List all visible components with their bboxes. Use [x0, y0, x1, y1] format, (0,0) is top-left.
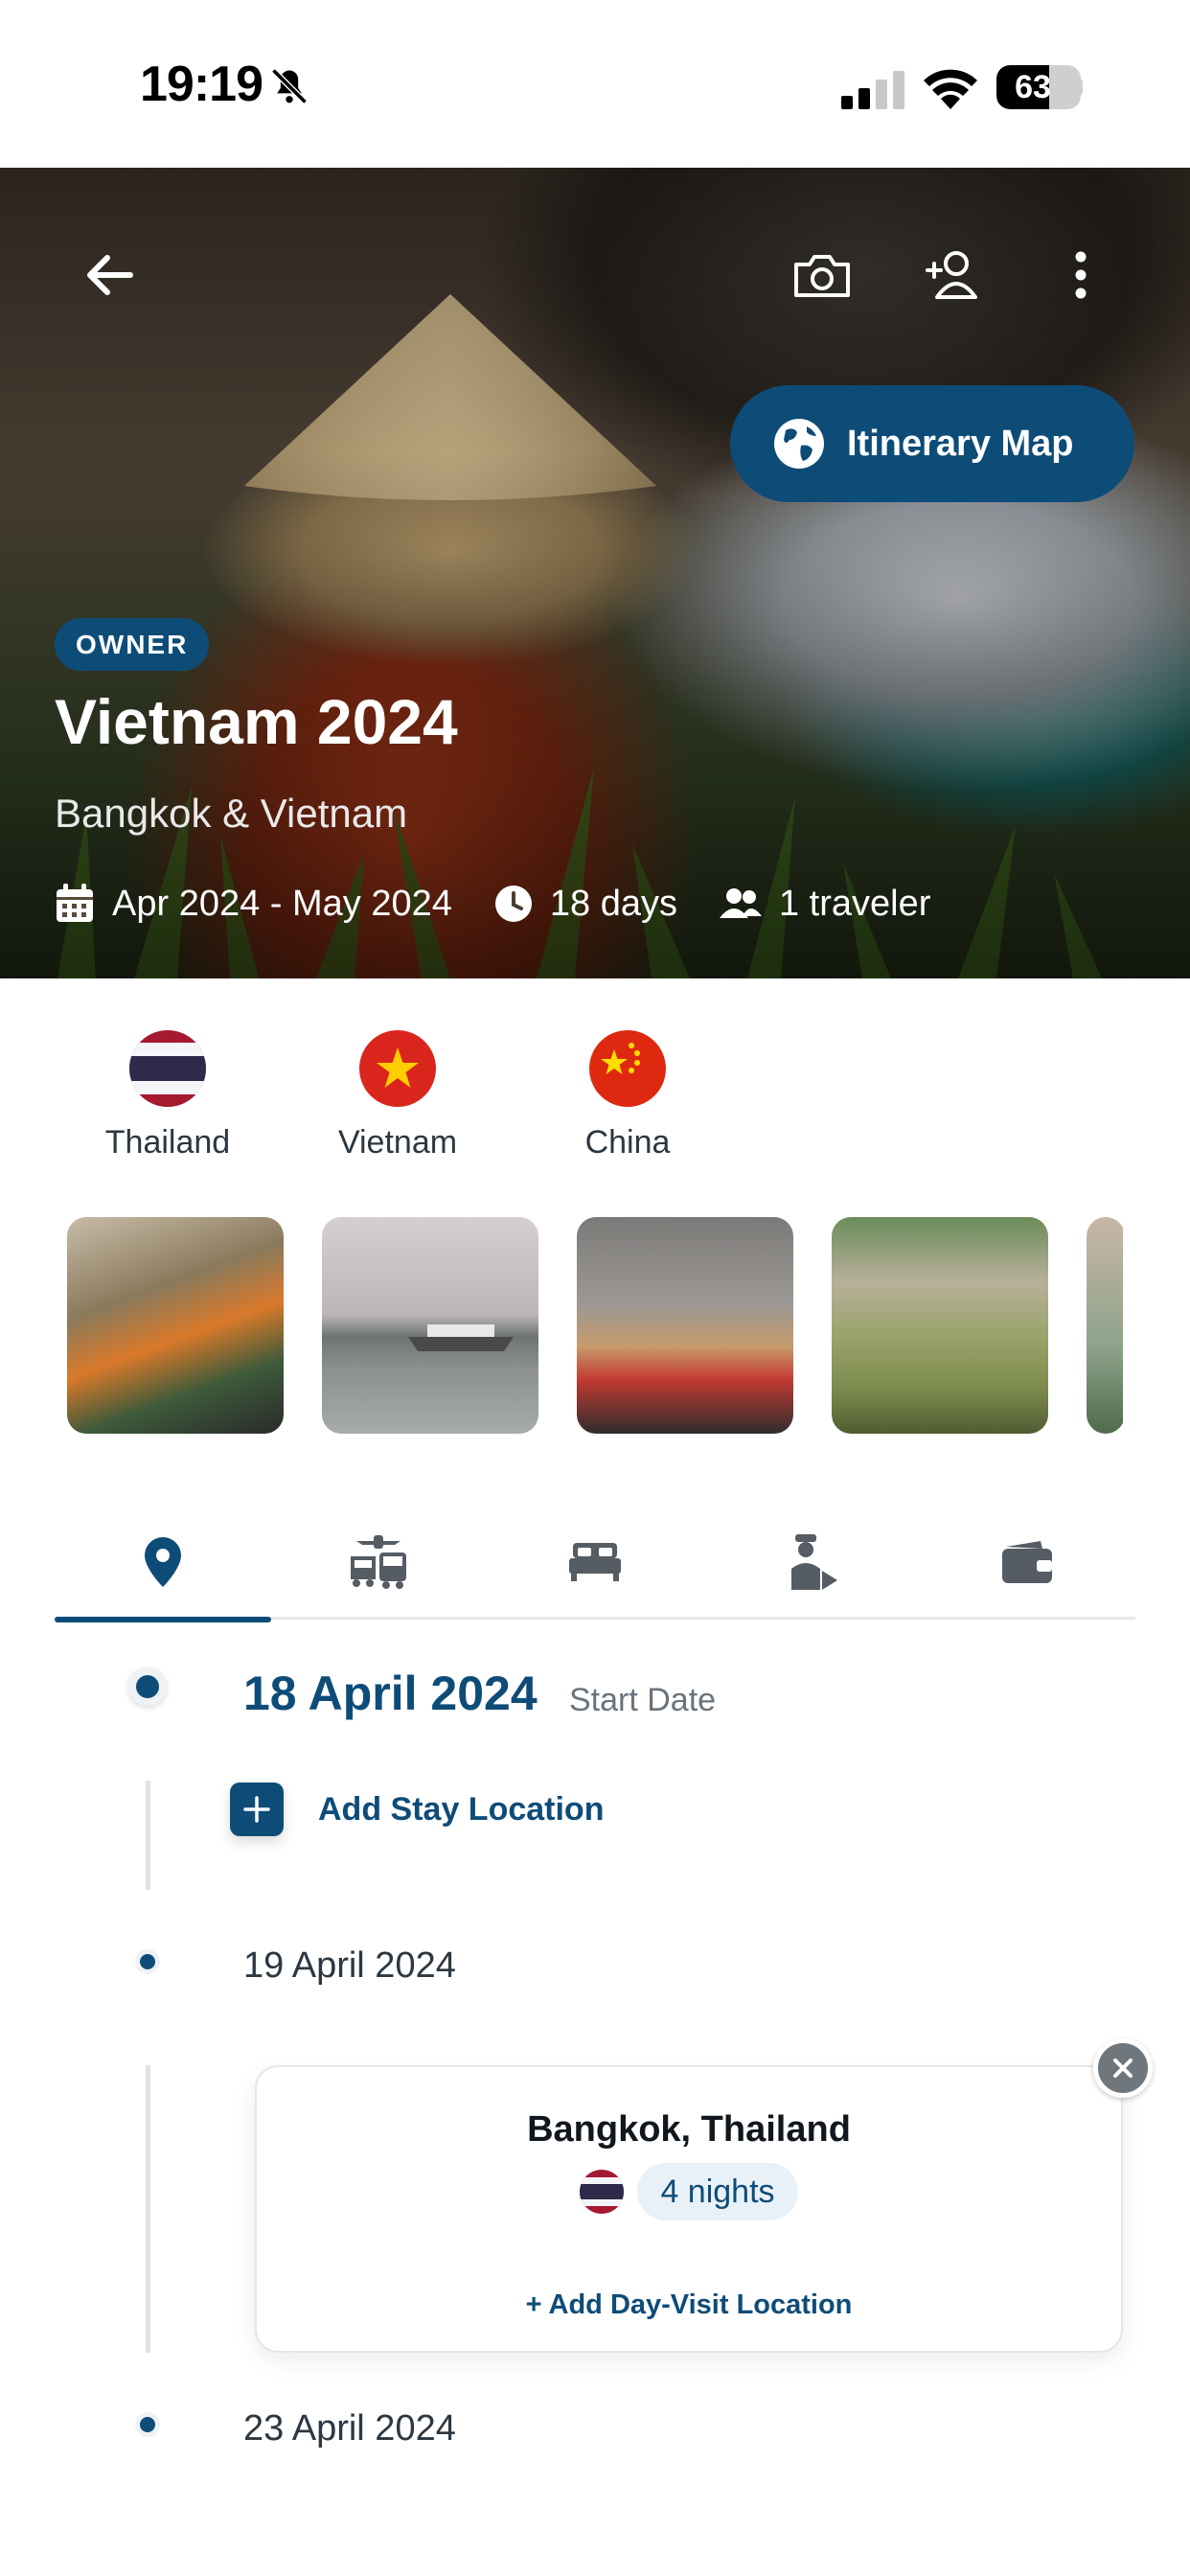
nights-badge: 4 nights	[637, 2163, 798, 2220]
trip-hero: Itinerary Map OWNER Vietnam 2024 Bangkok…	[0, 168, 1190, 978]
globe-icon	[774, 419, 824, 469]
thailand-flag-icon	[129, 1030, 206, 1107]
trip-dates-text: Apr 2024 - May 2024	[112, 883, 452, 924]
stay-city: Bangkok, Thailand	[527, 2109, 851, 2150]
trip-subtitle: Bangkok & Vietnam	[55, 791, 408, 836]
camera-button[interactable]	[788, 241, 857, 310]
wifi-icon	[924, 69, 977, 109]
owner-badge: OWNER	[55, 618, 210, 671]
country-name: Thailand	[104, 1124, 231, 1161]
itinerary-map-label: Itinerary Map	[847, 423, 1074, 464]
remove-stay-button[interactable]	[1093, 2038, 1153, 2098]
timeline-connector	[146, 1781, 150, 1890]
photo-strip[interactable]	[67, 1217, 1123, 1434]
country-name: Vietnam	[337, 1124, 458, 1161]
trip-photo[interactable]	[1087, 1217, 1123, 1434]
more-vertical-icon	[1075, 251, 1087, 299]
boat-shape	[408, 1324, 514, 1351]
timeline-dot	[135, 1949, 160, 1974]
start-date-label: Start Date	[569, 1682, 717, 1718]
thailand-flag-icon	[580, 2170, 625, 2214]
tab-wallet[interactable]	[919, 1505, 1135, 1620]
timeline-date: 23 April 2024	[243, 2408, 456, 2449]
trip-photo[interactable]	[832, 1217, 1048, 1434]
more-options-button[interactable]	[1046, 241, 1115, 310]
country-item-china[interactable]: China	[551, 1030, 704, 1162]
add-stay-location-button[interactable]: Add Stay Location	[230, 1782, 604, 1836]
battery-level: 63	[1015, 69, 1051, 105]
bed-icon	[568, 1543, 621, 1581]
tab-stays[interactable]	[487, 1505, 703, 1620]
trip-dates: Apr 2024 - May 2024	[55, 884, 452, 925]
add-user-icon	[926, 251, 977, 299]
clock-icon	[494, 886, 532, 922]
trip-photo[interactable]	[67, 1217, 284, 1434]
trip-meta: Apr 2024 - May 2024 18 days 1 traveler	[55, 877, 973, 931]
add-stay-location-label: Add Stay Location	[318, 1790, 605, 1828]
trip-title: Vietnam 2024	[55, 686, 458, 757]
arrow-left-icon	[87, 255, 133, 295]
status-time: 19:19	[140, 57, 263, 112]
timeline-connector	[146, 2065, 150, 2353]
status-bar: 19:19 63	[0, 0, 1190, 168]
cellular-signal-icon	[841, 71, 904, 109]
guide-icon	[790, 1534, 837, 1590]
country-item-vietnam[interactable]: Vietnam	[321, 1030, 474, 1162]
battery-icon: 63	[996, 65, 1081, 109]
timeline-date: 19 April 2024	[243, 1945, 456, 1986]
back-button[interactable]	[75, 241, 144, 310]
start-date: 18 April 2024	[243, 1667, 538, 1720]
tab-transport[interactable]	[271, 1505, 488, 1620]
close-icon	[1113, 2058, 1133, 2078]
vietnam-flag-icon	[359, 1030, 436, 1107]
wallet-icon	[1002, 1541, 1053, 1583]
users-icon	[719, 888, 762, 918]
china-flag-icon	[589, 1030, 666, 1107]
trip-travelers-text: 1 traveler	[778, 883, 931, 924]
itinerary-map-button[interactable]: Itinerary Map	[730, 385, 1134, 502]
map-pin-icon	[144, 1537, 181, 1587]
stay-details: 4 nights	[257, 2163, 1121, 2220]
trip-duration-text: 18 days	[549, 883, 677, 924]
tab-guide[interactable]	[703, 1505, 920, 1620]
trip-duration: 18 days	[494, 884, 677, 925]
camera-icon	[794, 255, 850, 297]
tab-locations[interactable]	[55, 1505, 271, 1622]
trip-photo[interactable]	[322, 1217, 538, 1434]
trip-travelers: 1 traveler	[719, 883, 931, 925]
trip-tabs	[55, 1505, 1135, 1622]
calendar-icon	[57, 884, 93, 922]
timeline-dot	[128, 1668, 167, 1706]
plus-icon	[230, 1782, 284, 1836]
country-list: Thailand Vietnam China	[91, 1030, 781, 1162]
add-day-visit-button[interactable]: + Add Day-Visit Location	[257, 2289, 1121, 2321]
timeline-dot	[135, 2412, 160, 2437]
stay-card[interactable]: Bangkok, Thailand 4 nights + Add Day-Vis…	[255, 2065, 1123, 2353]
transport-icon	[351, 1535, 407, 1589]
country-name: China	[584, 1124, 671, 1161]
country-item-thailand[interactable]: Thailand	[91, 1030, 244, 1162]
battery-tip	[1075, 79, 1083, 96]
trip-photo[interactable]	[577, 1217, 793, 1434]
hero-overlay	[0, 168, 1190, 978]
bell-off-icon	[271, 68, 308, 104]
add-traveler-button[interactable]	[918, 241, 987, 310]
